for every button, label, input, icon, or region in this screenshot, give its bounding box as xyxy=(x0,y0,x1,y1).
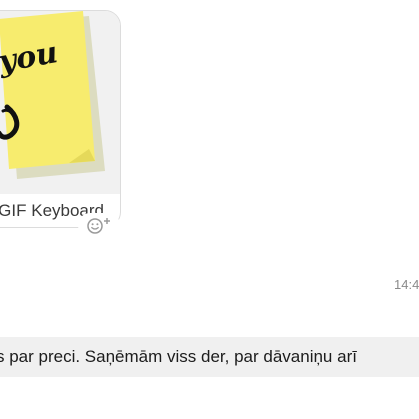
text-message-bubble[interactable]: s par preci. Saņēmām viss der, par dāvan… xyxy=(0,337,419,377)
message-timestamp: 14:4 xyxy=(394,277,419,292)
gif-image[interactable]: you xyxy=(0,11,120,194)
add-reaction-button[interactable] xyxy=(78,213,120,237)
message-text: s par preci. Saņēmām viss der, par dāvan… xyxy=(0,347,357,366)
chat-viewport: you GIF Keyboard 14:4 s par preci. Saņēm… xyxy=(0,0,419,419)
emoji-add-icon xyxy=(87,218,110,234)
gif-message[interactable]: you GIF Keyboard xyxy=(0,10,121,228)
sticky-note-illustration: you xyxy=(0,11,120,194)
